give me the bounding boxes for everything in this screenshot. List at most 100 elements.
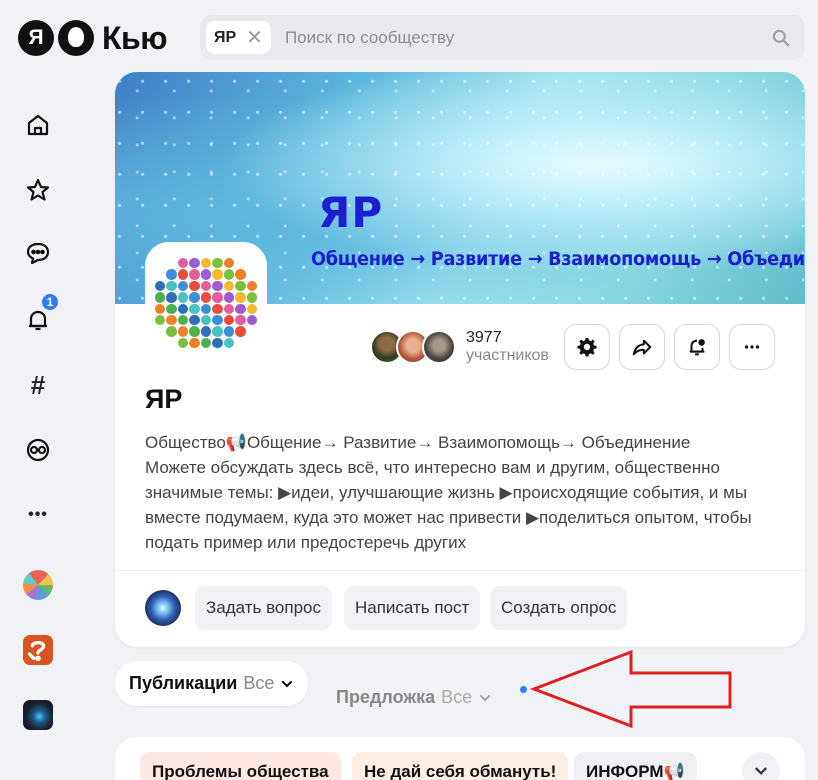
user-avatar — [145, 590, 181, 626]
members-label: участников — [466, 346, 549, 364]
mosaic-person — [189, 303, 200, 314]
sidebar-item-community-2[interactable] — [18, 630, 58, 670]
mosaic-person — [177, 280, 189, 292]
chip-close-icon[interactable]: ✕ — [246, 28, 263, 48]
community-description: Общество📢Общение→ Развитие→ Взаимопомощь… — [145, 430, 785, 555]
mosaic-person — [235, 258, 245, 268]
mosaic-person — [166, 292, 177, 303]
mosaic-person — [246, 292, 257, 303]
mosaic-person — [212, 337, 223, 348]
sidebar-item-communities[interactable] — [18, 430, 58, 470]
chevron-down-icon — [755, 767, 767, 775]
mosaic-person — [246, 303, 257, 314]
logo[interactable]: Я Кью — [18, 18, 168, 58]
mosaic-person — [200, 258, 212, 269]
logo-text: Кью — [102, 19, 168, 56]
mosaic-person — [223, 314, 235, 326]
mosaic-person — [166, 314, 177, 326]
gear-icon — [577, 337, 597, 357]
annotation-arrow — [529, 649, 732, 729]
mosaic-person — [166, 280, 177, 292]
star-icon — [26, 178, 50, 201]
mosaic-person — [155, 292, 166, 303]
mosaic-person — [212, 258, 223, 269]
mosaic-person — [166, 303, 177, 314]
question-link-icon — [27, 640, 46, 662]
community-filter-chip[interactable]: ЯР ✕ — [206, 21, 271, 54]
sidebar-item-messages[interactable] — [18, 233, 58, 273]
mosaic-person — [223, 258, 235, 269]
mosaic-person — [223, 303, 235, 314]
write-post-button[interactable]: Написать пост — [344, 586, 481, 630]
community-title: ЯР — [145, 384, 183, 414]
mosaic-person — [200, 337, 212, 348]
more-options-button[interactable] — [729, 324, 775, 370]
mosaic-person — [166, 269, 177, 280]
mosaic-person — [246, 314, 257, 326]
chevron-down-icon — [480, 694, 491, 702]
sidebar-item-community-yar[interactable] — [18, 565, 58, 605]
mosaic-person — [189, 269, 200, 280]
mosaic-person — [223, 269, 235, 280]
members-count: 3977 участников — [466, 329, 549, 364]
more-icon: ••• — [28, 506, 48, 523]
share-button[interactable] — [619, 324, 665, 370]
mosaic-person — [166, 258, 176, 268]
mosaic-person — [212, 292, 223, 303]
sidebar-item-topics[interactable]: # — [18, 365, 58, 405]
sidebar-item-favorites[interactable] — [18, 170, 58, 210]
tag-dont-be-fooled[interactable]: Не дай себя обмануть! — [352, 752, 569, 780]
tag-problems[interactable]: Проблемы общества — [140, 752, 341, 780]
more-dots-icon — [744, 345, 760, 349]
mosaic-person — [189, 314, 200, 326]
member-avatar — [422, 329, 456, 364]
tag-inform[interactable]: ИНФОРМ📢 — [574, 752, 697, 780]
mosaic-person — [212, 280, 223, 292]
mosaic-person — [155, 314, 166, 326]
mosaic-person — [223, 326, 235, 337]
mosaic-person — [235, 338, 245, 348]
share-icon — [632, 339, 652, 356]
mosaic-person — [189, 292, 200, 303]
mosaic-person — [200, 292, 212, 303]
mosaic-person — [235, 269, 246, 280]
mosaic-person — [235, 280, 246, 292]
sidebar-item-notifications[interactable]: 1 — [18, 292, 60, 340]
community-3-thumb — [23, 700, 53, 730]
mosaic-person — [247, 269, 257, 279]
mosaic-person — [235, 326, 246, 337]
settings-button[interactable] — [564, 324, 610, 370]
mosaic-person — [247, 326, 257, 336]
tab-publications-label: Публикации — [129, 673, 238, 693]
tab-publications[interactable]: Публикации Все — [115, 661, 309, 706]
tab-suggestions-filter: Все — [441, 687, 473, 707]
mosaic-person — [223, 292, 235, 303]
mosaic-person — [177, 258, 189, 269]
tab-suggestions-label: Предложка — [336, 687, 436, 707]
subscribe-notifications-button[interactable] — [674, 324, 720, 370]
mosaic-person — [189, 337, 200, 348]
sidebar-item-more[interactable]: ••• — [18, 495, 58, 535]
mosaic-person — [200, 326, 212, 337]
sidebar-item-home[interactable] — [18, 105, 58, 145]
mosaic-person — [155, 280, 166, 292]
community-2-thumb — [23, 635, 53, 665]
search-input[interactable] — [284, 15, 771, 60]
create-poll-button[interactable]: Создать опрос — [490, 586, 628, 630]
mosaic-person — [223, 337, 235, 348]
banner-subtitle: Общение → Развитие → Взаимопомощь → Объе… — [311, 248, 805, 270]
mosaic-person — [155, 326, 165, 336]
description-first-line: Общество📢Общение→ Развитие→ Взаимопомощь… — [145, 433, 691, 452]
tab-suggestions[interactable]: Предложка Все — [336, 687, 492, 708]
members-block[interactable]: 3977 участников — [370, 329, 549, 364]
ask-question-button[interactable]: Задать вопрос — [195, 586, 332, 630]
sidebar-item-community-3[interactable] — [18, 695, 58, 735]
avatar-people-mosaic — [149, 246, 263, 360]
mosaic-person — [155, 303, 166, 314]
search-bar[interactable]: ЯР ✕ — [200, 15, 805, 60]
hashtag-icon: # — [30, 369, 46, 400]
community-yar-thumb — [23, 570, 53, 600]
mosaic-person — [177, 337, 189, 348]
mosaic-person — [189, 280, 200, 292]
search-icon[interactable] — [771, 28, 791, 48]
